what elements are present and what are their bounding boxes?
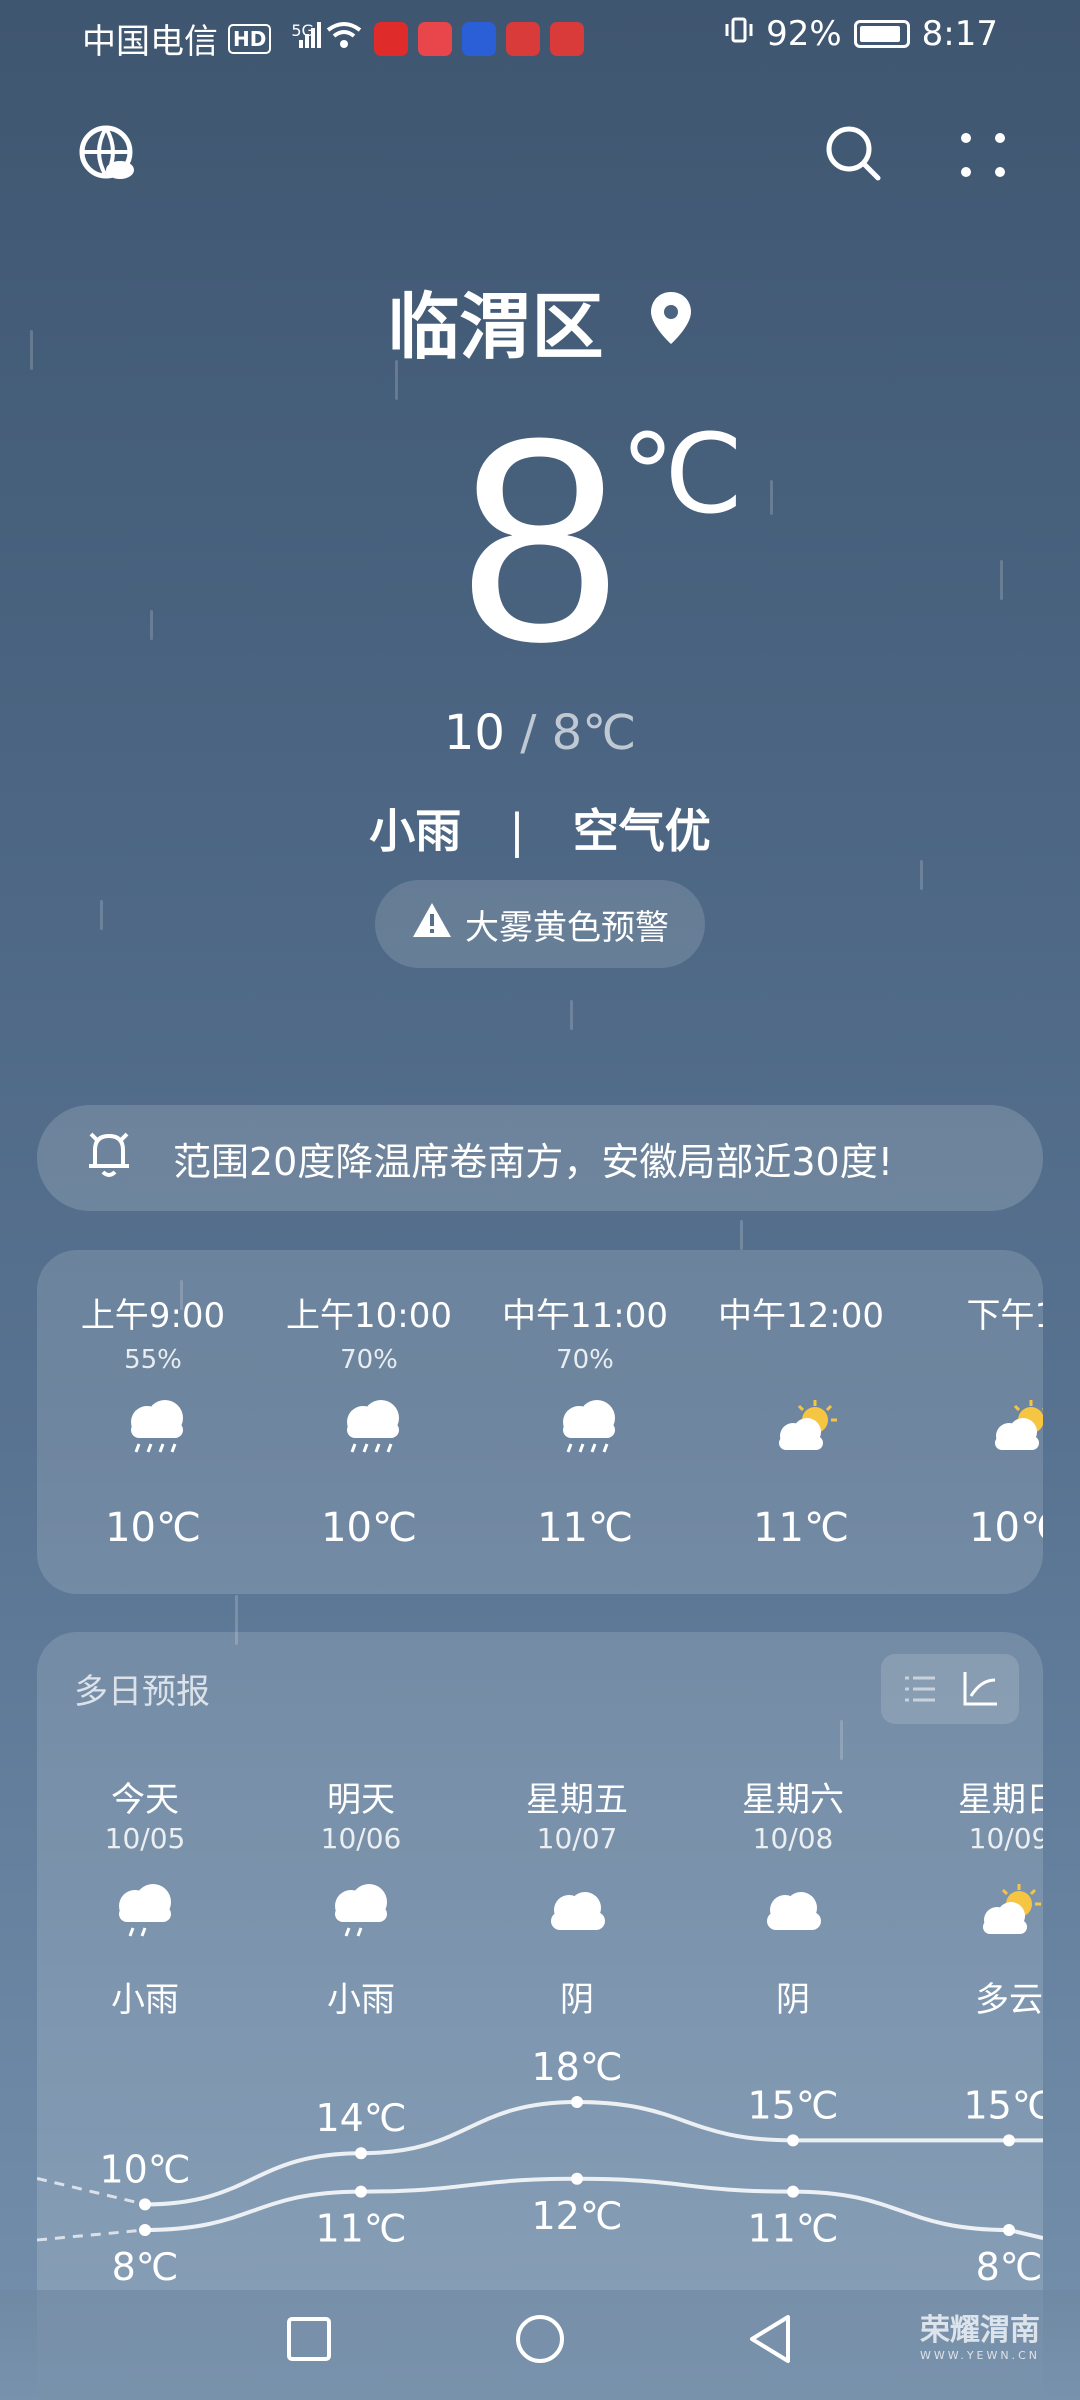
high-low: 10 / 8℃ — [0, 705, 1080, 761]
low-temp-label: 12℃ — [531, 2194, 622, 2238]
high-temp-point — [787, 2134, 799, 2147]
low-temp: 8℃ — [551, 705, 637, 761]
low-temp-label: 8℃ — [112, 2245, 179, 2289]
watermark-name: 荣耀渭南 — [919, 2313, 1040, 2348]
high-temp-label: 14℃ — [315, 2096, 406, 2140]
hour-time: 上午10:00 — [286, 1296, 452, 1336]
temperature-unit: ℃ — [620, 413, 744, 536]
hilo-separator: / — [520, 705, 537, 761]
watermark: 荣耀渭南 WWW.YEWN.CN — [920, 2305, 1040, 2362]
hour-temp: 10℃ — [969, 1505, 1043, 1551]
precip-chance: 70% — [556, 1345, 614, 1375]
rain-cloud-icon — [563, 1400, 615, 1453]
temperature-trend-chart: 10℃ 14℃ 18℃ 15℃ 15℃ 8℃ 11℃ 12℃ 11℃ 8℃ — [37, 2045, 1043, 2289]
high-temp: 10 — [443, 705, 505, 761]
hour-time: 中午11:00 — [502, 1296, 668, 1336]
clock: 8:17 — [921, 14, 998, 54]
heart-app-icon-2 — [549, 21, 584, 56]
daily-forecast[interactable]: 多日预报 今天 10/05 小雨 明天 10/06 小雨 星期五 10/07 阴… — [37, 1632, 1043, 2400]
heart-app-icon — [505, 21, 540, 56]
location-name[interactable]: 临渭区 — [387, 268, 603, 373]
low-temp-point — [355, 2185, 367, 2198]
search-icon[interactable] — [824, 124, 882, 186]
warning-label: 大雾黄色预警 — [465, 907, 669, 948]
rain-cloud-icon — [131, 1400, 183, 1453]
hd-badge: HD — [228, 23, 272, 54]
condition-divider: | — [509, 804, 525, 858]
battery-percent: 92% — [766, 14, 842, 54]
app-notification-icon — [373, 21, 408, 56]
news-banner[interactable]: 范围20度降温席卷南方，安徽局部近30度! — [37, 1105, 1043, 1211]
hour-temp: 10℃ — [321, 1505, 417, 1551]
status-bar: 中国电信 HD 5G 92% 8:17 — [0, 0, 1080, 70]
warning-triangle-icon — [411, 901, 453, 948]
bulb-app-icon — [461, 21, 496, 56]
home-button[interactable] — [514, 2313, 566, 2365]
low-temp-label: 11℃ — [747, 2207, 838, 2251]
weather-condition: 小雨 — [369, 804, 462, 858]
location-header[interactable]: 临渭区 — [0, 268, 1080, 373]
air-quality[interactable]: 空气优 — [573, 804, 711, 858]
huawei-app-icon — [417, 21, 452, 56]
carrier-label: 中国电信 — [82, 22, 218, 62]
high-temp-label: 15℃ — [963, 2083, 1043, 2127]
low-temp-point — [571, 2172, 583, 2185]
low-temp-label: 8℃ — [976, 2245, 1043, 2289]
navigation-bar: 荣耀渭南 WWW.YEWN.CN — [0, 2290, 1080, 2400]
city-manage-icon[interactable] — [78, 124, 138, 188]
high-temp-point — [571, 2096, 583, 2108]
news-text: 范围20度降温席卷南方，安徽局部近30度! — [173, 1139, 893, 1184]
low-temp-point — [139, 2224, 151, 2236]
hour-time: 上午9:00 — [80, 1296, 226, 1336]
high-temp-label: 15℃ — [747, 2083, 838, 2127]
precip-chance: 70% — [340, 1345, 398, 1375]
vibrate-icon — [724, 14, 754, 54]
rain-cloud-icon — [347, 1400, 399, 1453]
hour-temp: 10℃ — [105, 1505, 201, 1551]
hour-time: 中午12:00 — [718, 1296, 884, 1336]
hour-temp: 11℃ — [537, 1505, 633, 1551]
weather-warning-button[interactable]: 大雾黄色预警 — [375, 880, 705, 968]
current-temperature: 8 — [459, 378, 621, 702]
partly-cloudy-icon — [995, 1400, 1043, 1450]
hour-temp: 11℃ — [753, 1505, 849, 1551]
low-temp-point — [787, 2185, 799, 2198]
location-pin-icon — [649, 279, 693, 363]
partly-cloudy-icon — [779, 1400, 837, 1450]
low-temp-point — [1003, 2224, 1015, 2236]
alarm-bell-icon — [85, 1128, 133, 1189]
network-label: 5G — [291, 21, 314, 40]
series-lead-line — [37, 2228, 146, 2242]
high-temp-point — [139, 2198, 151, 2211]
watermark-url: WWW.YEWN.CN — [919, 2349, 1040, 2362]
battery-icon — [853, 20, 910, 48]
recents-button[interactable] — [285, 2315, 333, 2363]
high-temp-point — [1003, 2134, 1015, 2147]
high-temp-label: 10℃ — [99, 2147, 190, 2191]
hourly-forecast[interactable]: 上午9:00 55% 10℃ 上午10:00 70% 10℃ 中午11:00 7… — [37, 1250, 1043, 1594]
high-temp-point — [355, 2147, 367, 2160]
back-button[interactable] — [746, 2313, 794, 2365]
wifi-icon — [324, 19, 364, 59]
high-temp-line — [144, 2099, 1043, 2207]
precip-chance: 55% — [124, 1345, 182, 1375]
high-temp-label: 18℃ — [531, 2045, 622, 2089]
more-menu-icon[interactable] — [958, 130, 1008, 184]
condition-line: 小雨 | 空气优 — [0, 795, 1080, 861]
low-temp-label: 11℃ — [315, 2207, 406, 2251]
hour-time: 下午1: — [966, 1296, 1043, 1336]
